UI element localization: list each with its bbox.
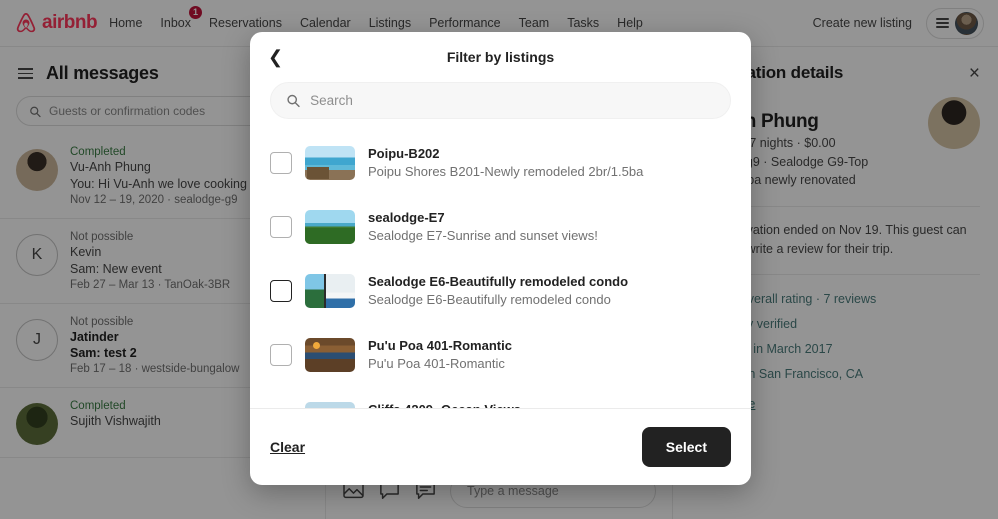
modal-search-wrapper	[250, 82, 751, 131]
listing-title: Pu'u Poa 401-Romantic	[368, 338, 512, 354]
modal-search-input[interactable]	[310, 93, 715, 108]
modal-search[interactable]	[270, 82, 731, 119]
listing-thumbnail	[305, 338, 355, 372]
listing-thumbnail	[305, 210, 355, 244]
listing-subtitle: Pu'u Poa 401-Romantic	[368, 356, 505, 371]
filter-by-listings-modal: ❮ Filter by listings Poipu-B202 Poipu Sh…	[250, 32, 751, 485]
listings-list: Poipu-B202 Poipu Shores B201-Newly remod…	[250, 131, 751, 408]
listing-row[interactable]: Sealodge E6-Beautifully remodeled condo …	[270, 259, 731, 323]
modal-title: Filter by listings	[446, 49, 555, 65]
select-button[interactable]: Select	[641, 427, 731, 467]
listing-thumbnail	[305, 274, 355, 308]
listing-text: Poipu-B202 Poipu Shores B201-Newly remod…	[368, 145, 731, 180]
listing-row[interactable]: sealodge-E7 Sealodge E7-Sunrise and suns…	[270, 195, 731, 259]
listing-text: sealodge-E7 Sealodge E7-Sunrise and suns…	[368, 209, 731, 244]
listing-subtitle: Sealodge E6-Beautifully remodeled condo	[368, 292, 611, 307]
listing-row[interactable]: Poipu-B202 Poipu Shores B201-Newly remod…	[270, 131, 731, 195]
listing-title: Poipu-B202	[368, 146, 440, 162]
listing-title: sealodge-E7	[368, 210, 445, 226]
listing-row[interactable]: Pu'u Poa 401-Romantic Pu'u Poa 401-Roman…	[270, 323, 731, 387]
chevron-left-icon[interactable]: ❮	[268, 48, 283, 66]
listing-thumbnail	[305, 146, 355, 180]
listing-checkbox[interactable]	[270, 152, 292, 174]
clear-button[interactable]: Clear	[270, 439, 305, 455]
app-root: airbnb Home Inbox 1 Reservations Calenda…	[0, 0, 998, 519]
listing-text: Sealodge E6-Beautifully remodeled condo …	[368, 273, 731, 308]
listing-title: Sealodge E6-Beautifully remodeled condo	[368, 274, 629, 290]
listing-checkbox[interactable]	[270, 344, 292, 366]
modal-footer: Clear Select	[250, 408, 751, 485]
modal-header: ❮ Filter by listings	[250, 32, 751, 82]
listing-subtitle: Poipu Shores B201-Newly remodeled 2br/1.…	[368, 164, 644, 179]
listing-text: Pu'u Poa 401-Romantic Pu'u Poa 401-Roman…	[368, 337, 731, 372]
listing-row[interactable]: Cliffs 4209- Ocean Views Cliffs 4209- Oc…	[270, 387, 731, 408]
listing-checkbox[interactable]	[270, 280, 292, 302]
search-icon	[287, 94, 300, 108]
listing-checkbox[interactable]	[270, 216, 292, 238]
listing-subtitle: Sealodge E7-Sunrise and sunset views!	[368, 228, 598, 243]
